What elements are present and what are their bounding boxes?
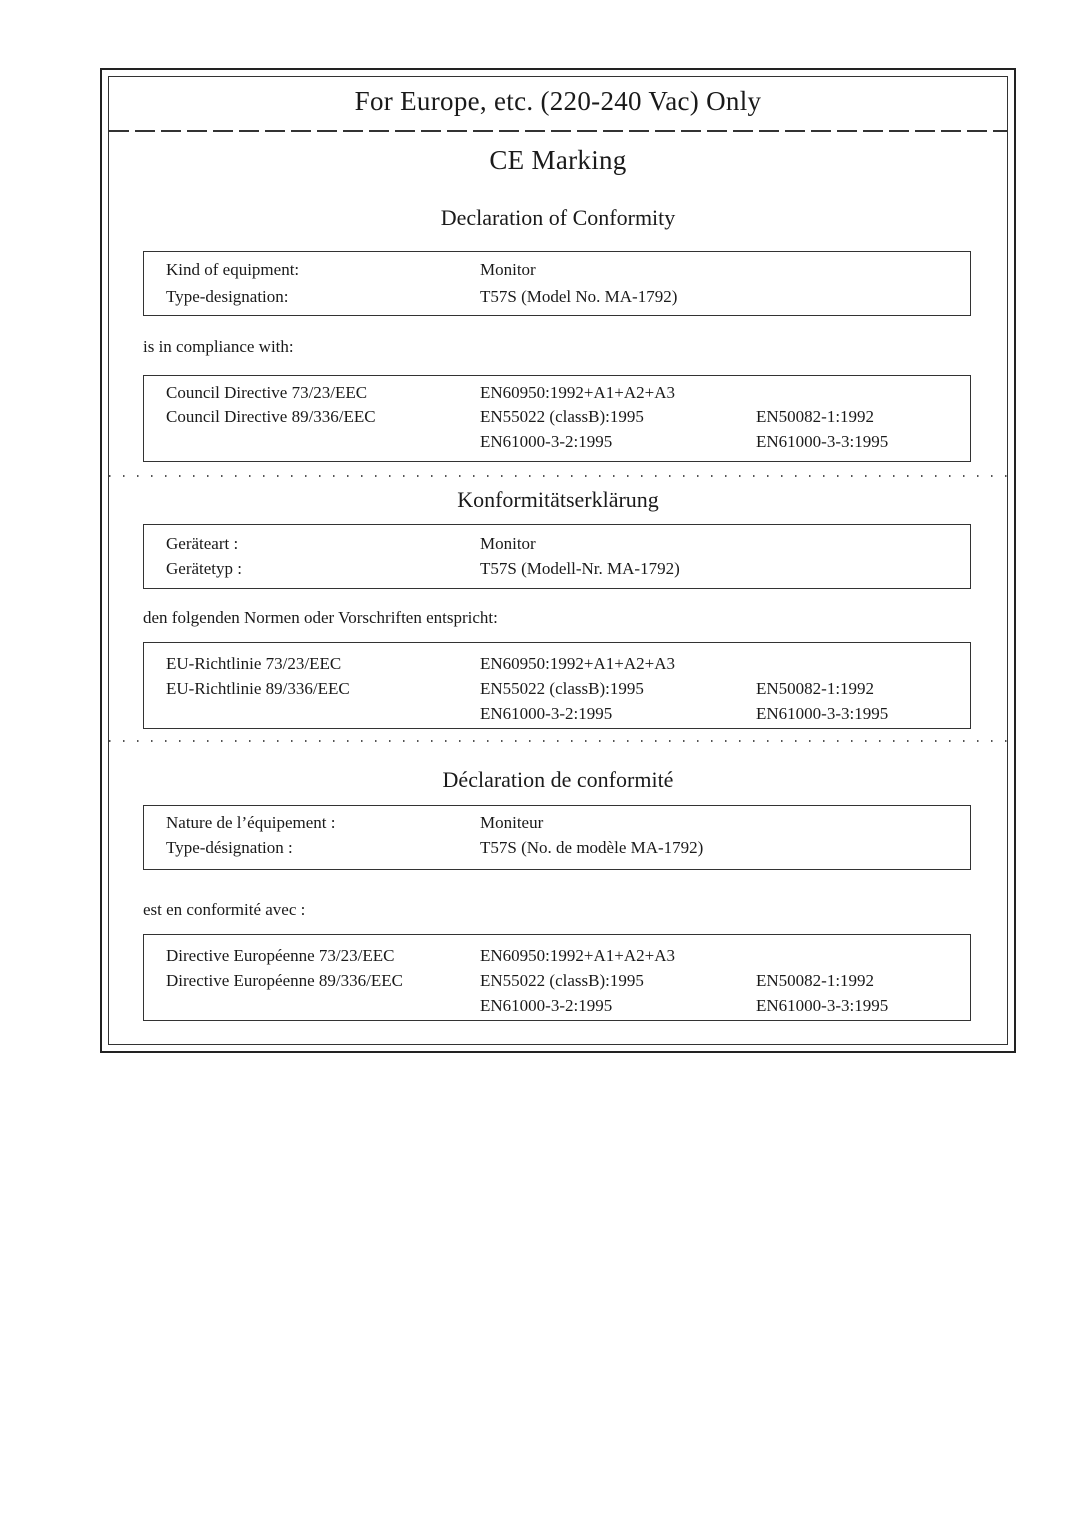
section-title: CE Marking (489, 145, 627, 175)
standard: EN60950:1992+A1+A2+A3 (480, 654, 675, 673)
dotted-divider (109, 475, 1007, 477)
standard: EN50082-1:1992 (756, 679, 875, 698)
french-kind-label: Nature de l’équipement : (166, 813, 336, 832)
french-type-value: T57S (No. de modèle MA-1792) (480, 838, 704, 857)
french-title: Déclaration de conformité (442, 767, 674, 792)
german-type-label: Gerätetyp : (166, 559, 242, 578)
directive-name: EU-Richtlinie 73/23/EEC (166, 654, 342, 673)
standard: EN61000-3-2:1995 (480, 704, 613, 723)
german-type-value: T57S (Modell-Nr. MA-1792) (480, 559, 680, 578)
french-type-label: Type-désignation : (166, 838, 293, 857)
dashed-divider (109, 130, 1007, 132)
english-title: Declaration of Conformity (440, 205, 676, 230)
german-compliance-intro: den folgenden Normen oder Vorschriften e… (143, 608, 498, 627)
german-title: Konformitätserklärung (457, 487, 659, 512)
directive-name: Directive Européenne 73/23/EEC (166, 946, 395, 965)
english-type-label: Type-designation: (166, 287, 289, 306)
standard: EN61000-3-2:1995 (480, 996, 613, 1015)
english-compliance-intro: is in compliance with: (143, 337, 294, 356)
french-kind-value: Moniteur (480, 813, 544, 832)
german-kind-label: Geräteart : (166, 534, 239, 553)
french-compliance-intro: est en conformité avec : (143, 900, 306, 919)
dotted-divider (109, 740, 1007, 742)
region-title: For Europe, etc. (220-240 Vac) Only (354, 86, 762, 116)
standard: EN50082-1:1992 (756, 407, 875, 426)
standard: EN50082-1:1992 (756, 971, 875, 990)
directive-name: Directive Européenne 89/336/EEC (166, 971, 403, 990)
standard: EN61000-3-2:1995 (480, 432, 613, 451)
directive-name: Council Directive 73/23/EEC (166, 383, 368, 402)
standard: EN60950:1992+A1+A2+A3 (480, 383, 675, 402)
german-kind-value: Monitor (480, 534, 536, 553)
standard: EN55022 (classB):1995 (480, 679, 644, 698)
standard: EN55022 (classB):1995 (480, 971, 644, 990)
directive-name: EU-Richtlinie 89/336/EEC (166, 679, 350, 698)
english-type-value: T57S (Model No. MA-1792) (480, 287, 678, 306)
standard: EN60950:1992+A1+A2+A3 (480, 946, 675, 965)
standard: EN55022 (classB):1995 (480, 407, 644, 426)
german-equipment-box (143, 524, 971, 589)
english-kind-value: Monitor (480, 260, 536, 279)
standard: EN61000-3-3:1995 (756, 432, 889, 451)
directive-name: Council Directive 89/336/EEC (166, 407, 376, 426)
standard: EN61000-3-3:1995 (756, 704, 889, 723)
english-kind-label: Kind of equipment: (166, 260, 300, 279)
standard: EN61000-3-3:1995 (756, 996, 889, 1015)
